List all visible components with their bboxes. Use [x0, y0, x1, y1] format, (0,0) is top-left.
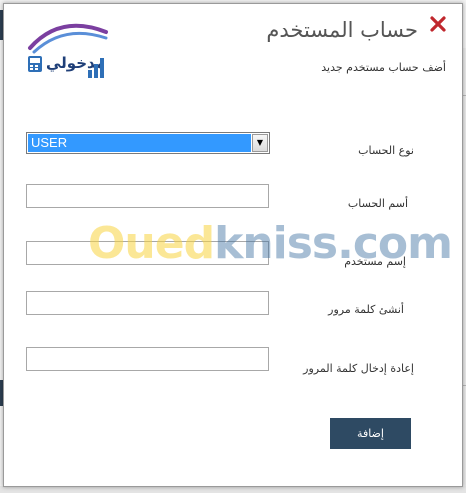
- username-input[interactable]: [26, 241, 269, 265]
- dialog-title: حساب المستخدم: [266, 18, 418, 42]
- account-type-select[interactable]: USER ▼: [26, 132, 270, 154]
- background-strip: [0, 486, 466, 493]
- add-button[interactable]: إضافة: [330, 418, 411, 449]
- password-label: أنشئ كلمة مرور: [328, 303, 404, 316]
- user-account-dialog: حساب المستخدم أضف حساب مستخدم جديد مدخول…: [3, 3, 463, 487]
- close-button[interactable]: [428, 14, 448, 34]
- account-type-label: نوع الحساب: [358, 144, 414, 157]
- account-name-label: أسم الحساب: [347, 197, 408, 210]
- account-name-input[interactable]: [26, 184, 269, 208]
- close-icon: [430, 16, 446, 32]
- confirm-password-input[interactable]: [26, 347, 269, 371]
- confirm-password-label: إعادة إدخال كلمة المرور: [303, 362, 414, 375]
- app-logo: مدخولي: [20, 18, 112, 88]
- dropdown-arrow-icon[interactable]: ▼: [252, 134, 268, 152]
- username-label: إسم مستخدم: [344, 255, 406, 268]
- password-input[interactable]: [26, 291, 269, 315]
- dialog-subtitle: أضف حساب مستخدم جديد: [321, 61, 446, 74]
- account-type-value: USER: [28, 134, 251, 152]
- logo-mark: مدخولي: [28, 23, 108, 78]
